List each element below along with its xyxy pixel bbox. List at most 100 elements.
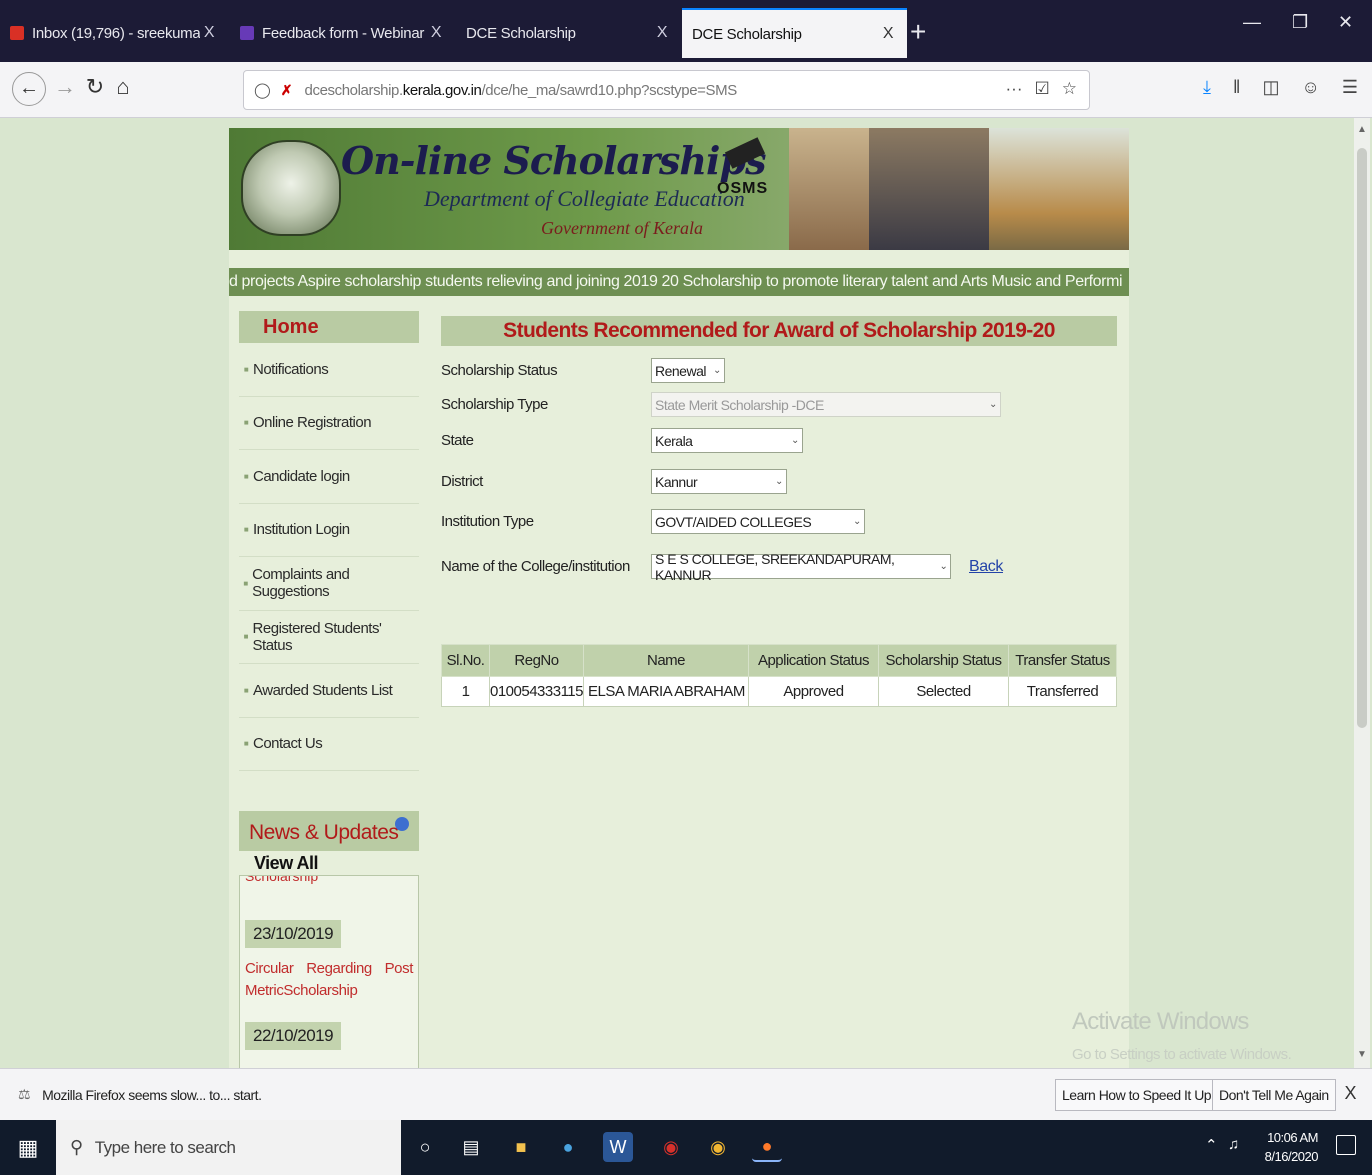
sidebar-icon[interactable]: ◫ xyxy=(1262,77,1279,98)
tab-dce-scholarship[interactable]: DCE Scholarship X xyxy=(456,8,681,58)
app-red-icon[interactable]: ◉ xyxy=(656,1132,686,1162)
close-notification-icon[interactable]: X xyxy=(1344,1083,1356,1104)
kerala-emblem-icon xyxy=(241,140,341,236)
url-text: dcescholarship.kerala.gov.in/dce/he_ma/s… xyxy=(305,81,738,99)
search-placeholder: Type here to search xyxy=(94,1137,236,1157)
sidebar-item-registered-status[interactable]: ■ Registered Students' Status xyxy=(239,611,419,664)
view-all-link[interactable]: View All xyxy=(239,851,419,875)
insecure-lock-icon[interactable]: ✗ xyxy=(281,82,293,99)
tab-feedback-form[interactable]: Feedback form - Webinar X xyxy=(230,8,455,58)
back-button[interactable]: ← xyxy=(12,72,46,106)
windows-taskbar: ▦ ⚲ Type here to search ○ ▤ ■ ● W ◉ ◉ ● … xyxy=(0,1120,1372,1175)
news-marquee[interactable]: d projects Aspire scholarship students r… xyxy=(229,268,1129,296)
sidebar-item-label: Awarded Students List xyxy=(253,681,393,699)
library-icon[interactable]: ‖ xyxy=(1233,77,1240,98)
sidebar-home[interactable]: Home xyxy=(239,311,419,343)
scholarship-type-select[interactable]: State Merit Scholarship -DCE ⌄ xyxy=(651,392,1001,417)
minimize-icon[interactable]: — xyxy=(1243,12,1261,33)
forms-icon xyxy=(240,26,254,40)
main-panel: Students Recommended for Award of Schola… xyxy=(441,316,1117,707)
column-header: Application Status xyxy=(748,644,879,677)
reload-button[interactable]: ↻ xyxy=(80,74,110,100)
close-tab-icon[interactable]: X xyxy=(879,25,897,43)
back-link[interactable]: Back xyxy=(969,558,1003,576)
dont-tell-me-again-button[interactable]: Don't Tell Me Again xyxy=(1212,1079,1336,1111)
table-row: 1 010054333115 ELSA MARIA ABRAHAM Approv… xyxy=(441,676,1117,707)
system-clock[interactable]: 10:06 AM 8/16/2020 xyxy=(1264,1128,1319,1166)
news-list[interactable]: Scholarship 23/10/2019 Circular Regardin… xyxy=(239,875,419,1068)
download-icon[interactable]: ⤓ xyxy=(1203,77,1211,98)
sidebar-item-candidate-login[interactable]: ■ Candidate login xyxy=(239,450,419,504)
new-tab-button[interactable]: + xyxy=(910,14,926,50)
field-label: Scholarship Status xyxy=(441,362,558,379)
cortana-icon[interactable]: ○ xyxy=(410,1132,440,1162)
network-app-icon[interactable]: ● xyxy=(553,1132,583,1162)
vertical-scrollbar[interactable]: ▲ ▼ xyxy=(1354,118,1370,1068)
menu-icon[interactable]: ☰ xyxy=(1342,77,1358,98)
bullet-icon: ■ xyxy=(243,739,249,749)
forward-button[interactable]: → xyxy=(50,74,80,100)
news-item-partial[interactable]: Scholarship xyxy=(245,876,413,884)
learn-speed-button[interactable]: Learn How to Speed It Up xyxy=(1055,1079,1219,1111)
url-host: kerala.gov.in xyxy=(402,81,482,99)
form-row-type: Scholarship Type State Merit Scholarship… xyxy=(441,392,1001,417)
field-label: Institution Type xyxy=(441,513,534,530)
sidebar-item-label: Institution Login xyxy=(253,521,350,539)
tab-title: DCE Scholarship xyxy=(692,25,802,43)
institution-type-select[interactable]: GOVT/AIDED COLLEGES ⌄ xyxy=(651,509,865,534)
address-bar[interactable]: ◯ ✗ dcescholarship.kerala.gov.in/dce/he_… xyxy=(243,70,1090,110)
cell-scholarship-status: Selected xyxy=(878,676,1009,707)
sidebar-item-complaints[interactable]: ■ Complaints and Suggestions xyxy=(239,557,419,611)
sidebar-item-online-registration[interactable]: ■ Online Registration xyxy=(239,397,419,450)
restore-icon[interactable]: ❐ xyxy=(1292,12,1308,33)
word-icon[interactable]: W xyxy=(603,1132,633,1162)
windows-start-icon[interactable]: ▦ xyxy=(0,1120,56,1175)
page-actions-icon[interactable]: ··· xyxy=(1006,79,1023,99)
state-select[interactable]: Kerala ⌄ xyxy=(651,428,803,453)
browser-toolbar: ← → ↻ ⌂ ◯ ✗ dcescholarship.kerala.gov.in… xyxy=(0,62,1372,118)
notification-bar: ⚖ Mozilla Firefox seems slow... to... st… xyxy=(0,1068,1372,1120)
chrome-icon[interactable]: ◉ xyxy=(703,1132,733,1162)
show-hidden-icons[interactable]: ⌃ xyxy=(1205,1136,1218,1154)
news-link[interactable]: Circular Regarding Post MetricScholarshi… xyxy=(245,958,413,1002)
clock-date: 8/16/2020 xyxy=(1264,1149,1319,1164)
sidebar-item-institution-login[interactable]: ■ Institution Login xyxy=(239,504,419,557)
sidebar-item-contact-us[interactable]: ■ Contact Us xyxy=(239,718,419,771)
scroll-up-icon[interactable]: ▲ xyxy=(1357,124,1367,135)
task-view-icon[interactable]: ▤ xyxy=(456,1132,486,1162)
table-header-row: Sl.No. RegNo Name Application Status Sch… xyxy=(441,644,1117,677)
sidebar-item-label: Registered Students' Status xyxy=(252,619,382,654)
close-tab-icon[interactable]: X xyxy=(653,24,671,42)
close-tab-icon[interactable]: X xyxy=(427,24,445,42)
chevron-down-icon: ⌄ xyxy=(713,365,721,376)
turtle-icon: ⚖ xyxy=(18,1086,31,1102)
account-icon[interactable]: ☺ xyxy=(1301,77,1319,98)
volume-icon[interactable]: ♫ xyxy=(1228,1136,1239,1153)
district-select[interactable]: Kannur ⌄ xyxy=(651,469,787,494)
cell-application-status: Approved xyxy=(748,676,879,707)
bullet-icon: ■ xyxy=(243,685,249,695)
file-explorer-icon[interactable]: ■ xyxy=(506,1132,536,1162)
tab-inbox[interactable]: Inbox (19,796) - sreekumar.nm X xyxy=(0,8,228,58)
osms-badge: OSMS xyxy=(717,180,769,197)
chevron-down-icon: ⌄ xyxy=(853,516,861,527)
scroll-down-icon[interactable]: ▼ xyxy=(1357,1049,1367,1060)
home-button[interactable]: ⌂ xyxy=(108,74,138,100)
pocket-icon[interactable]: ☑ xyxy=(1035,79,1050,99)
close-tab-icon[interactable]: X xyxy=(200,24,218,42)
action-center-icon[interactable] xyxy=(1336,1135,1356,1155)
banner-photo-1 xyxy=(789,128,869,250)
sidebar: Home ■ Notifications ■ Online Registration… xyxy=(239,311,419,1068)
shield-icon[interactable]: ◯ xyxy=(254,81,271,99)
college-select[interactable]: S E S COLLEGE, SREEKANDAPURAM, KANNUR ⌄ xyxy=(651,551,951,583)
window-close-icon[interactable]: ✕ xyxy=(1338,12,1353,33)
banner-building-photo xyxy=(989,128,1129,250)
scholarship-status-select[interactable]: Renewal ⌄ xyxy=(651,358,725,383)
bookmark-star-icon[interactable]: ☆ xyxy=(1062,79,1077,99)
sidebar-item-notifications[interactable]: ■ Notifications xyxy=(239,343,419,397)
sidebar-item-awarded-list[interactable]: ■ Awarded Students List xyxy=(239,664,419,718)
taskbar-search[interactable]: ⚲ Type here to search xyxy=(56,1120,401,1175)
firefox-icon[interactable]: ● xyxy=(752,1132,782,1162)
tab-dce-scholarship-active[interactable]: DCE Scholarship X xyxy=(682,8,907,58)
scrollbar-thumb[interactable] xyxy=(1357,148,1367,728)
